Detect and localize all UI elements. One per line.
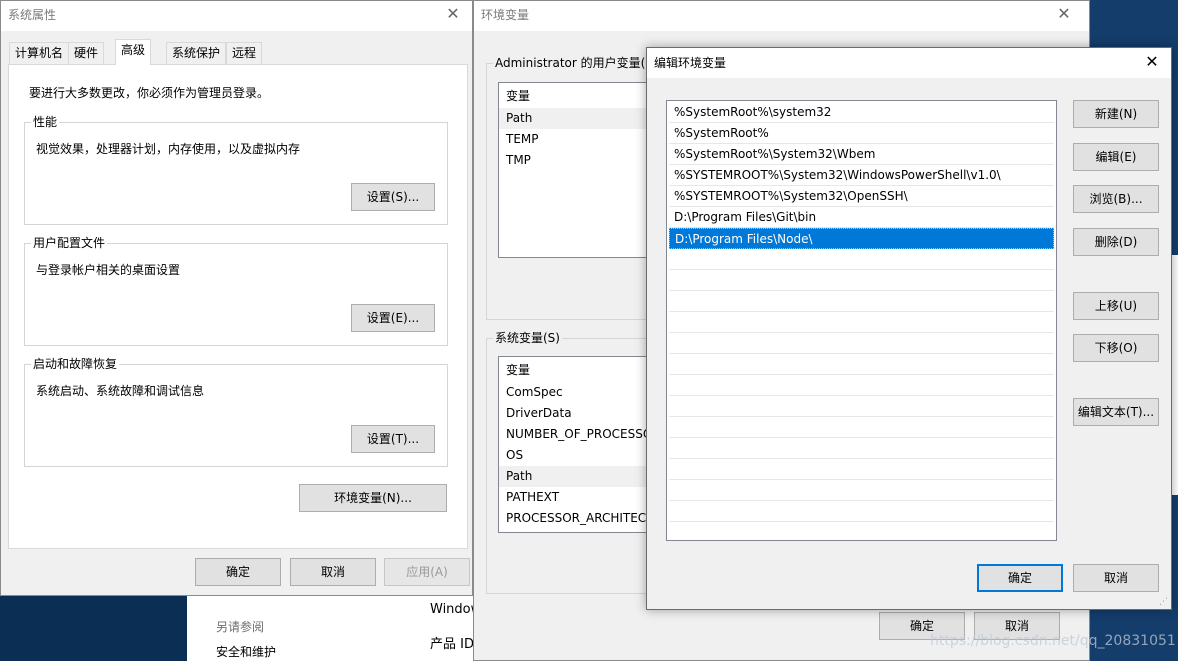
user-vars-list[interactable]: 变量 Path TEMP TMP xyxy=(498,82,658,258)
group-label: 性能 xyxy=(31,115,60,129)
tab-remote[interactable]: 远程 xyxy=(226,42,263,64)
ok-button[interactable]: 确定 xyxy=(977,564,1063,592)
tab-computer-name[interactable]: 计算机名 xyxy=(9,42,70,64)
delete-button[interactable]: 删除(D) xyxy=(1073,228,1159,256)
column-header-variable[interactable]: 变量 xyxy=(499,358,658,382)
edit-button[interactable]: 编辑(E) xyxy=(1073,143,1159,171)
window-title: 编辑环境变量 xyxy=(654,56,727,70)
tab-panel: 要进行大多数更改，你必须作为管理员登录。 性能 视觉效果，处理器计划，内存使用，… xyxy=(8,64,468,549)
empty-path-row[interactable] xyxy=(669,270,1054,291)
empty-path-row[interactable] xyxy=(669,501,1054,522)
empty-path-row[interactable] xyxy=(669,291,1054,312)
list-item[interactable]: Path xyxy=(499,108,658,129)
performance-settings-button[interactable]: 设置(S)... xyxy=(351,183,435,211)
path-entry[interactable]: %SYSTEMROOT%\System32\OpenSSH\ xyxy=(669,186,1054,207)
group-description: 系统启动、系统故障和调试信息 xyxy=(36,384,205,398)
move-up-button[interactable]: 上移(U) xyxy=(1073,292,1159,320)
list-item[interactable]: OS xyxy=(499,445,658,466)
cancel-button[interactable]: 取消 xyxy=(1073,564,1159,592)
list-item[interactable]: TEMP xyxy=(499,129,658,150)
group-description: 视觉效果，处理器计划，内存使用，以及虚拟内存 xyxy=(36,142,301,156)
edit-env-window: 编辑环境变量 ✕ %SystemRoot%\system32 %SystemRoo… xyxy=(646,47,1172,610)
group-label: Administrator 的用户变量(U) xyxy=(493,56,661,70)
performance-group: 性能 视觉效果，处理器计划，内存使用，以及虚拟内存 设置(S)... xyxy=(24,115,448,225)
empty-path-row[interactable] xyxy=(669,438,1054,459)
edit-text-button[interactable]: 编辑文本(T)... xyxy=(1073,398,1159,426)
empty-path-row[interactable] xyxy=(669,249,1054,270)
empty-path-row[interactable] xyxy=(669,333,1054,354)
new-button[interactable]: 新建(N) xyxy=(1073,100,1159,128)
list-item[interactable]: ComSpec xyxy=(499,382,658,403)
startup-recovery-group: 启动和故障恢复 系统启动、系统故障和调试信息 设置(T)... xyxy=(24,357,448,467)
resize-grip-icon[interactable]: ⋰ xyxy=(1159,598,1168,607)
close-icon[interactable]: ✕ xyxy=(1139,51,1165,75)
env-titlebar: 环境变量 xyxy=(474,1,1089,31)
list-item[interactable]: NUMBER_OF_PROCESSORS xyxy=(499,424,658,445)
product-id-label: 产品 ID: xyxy=(430,637,479,652)
path-entry[interactable]: %SystemRoot%\system32 xyxy=(669,102,1054,123)
empty-path-row[interactable] xyxy=(669,480,1054,501)
move-down-button[interactable]: 下移(O) xyxy=(1073,334,1159,362)
empty-path-row[interactable] xyxy=(669,417,1054,438)
window-title: 环境变量 xyxy=(481,8,530,22)
profile-settings-button[interactable]: 设置(E)... xyxy=(351,304,435,332)
close-icon[interactable]: ✕ xyxy=(1051,3,1077,27)
system-properties-window: 系统属性 ✕ 计算机名 硬件 高级 系统保护 远程 要进行大多数更改，你必须作为… xyxy=(0,0,473,596)
admin-notice: 要进行大多数更改，你必须作为管理员登录。 xyxy=(29,86,270,100)
tab-hardware[interactable]: 硬件 xyxy=(68,42,105,64)
empty-path-row[interactable] xyxy=(669,312,1054,333)
security-link[interactable]: 安全和维护 xyxy=(216,643,276,660)
startup-settings-button[interactable]: 设置(T)... xyxy=(351,425,435,453)
close-icon[interactable]: ✕ xyxy=(440,3,466,27)
see-also-label: 另请参阅 xyxy=(216,620,265,634)
watermark: https://blog.csdn.net/qq_20831051 xyxy=(930,633,1176,649)
empty-path-row[interactable] xyxy=(669,459,1054,480)
group-description: 与登录帐户相关的桌面设置 xyxy=(36,263,181,277)
group-label: 用户配置文件 xyxy=(31,236,108,250)
user-profiles-group: 用户配置文件 与登录帐户相关的桌面设置 设置(E)... xyxy=(24,236,448,346)
list-item[interactable]: PROCESSOR_ARCHITECT xyxy=(499,508,658,529)
path-entry[interactable]: %SystemRoot% xyxy=(669,123,1054,144)
browse-button[interactable]: 浏览(B)... xyxy=(1073,185,1159,213)
path-entry[interactable]: %SYSTEMROOT%\System32\WindowsPowerShell\… xyxy=(669,165,1054,186)
window-title: 系统属性 xyxy=(8,8,57,22)
empty-path-row[interactable] xyxy=(669,375,1054,396)
list-item[interactable]: TMP xyxy=(499,150,658,171)
group-label: 启动和故障恢复 xyxy=(31,357,120,371)
empty-path-row[interactable] xyxy=(669,354,1054,375)
system-vars-list[interactable]: 变量 ComSpec DriverData NUMBER_OF_PROCESSO… xyxy=(498,356,658,533)
list-item[interactable]: PATHEXT xyxy=(499,487,658,508)
list-item[interactable]: DriverData xyxy=(499,403,658,424)
path-entries-list[interactable]: %SystemRoot%\system32 %SystemRoot% %System… xyxy=(666,100,1057,541)
edit-env-titlebar: 编辑环境变量 xyxy=(647,48,1171,78)
path-entry[interactable]: D:\Program Files\Node\ xyxy=(669,228,1054,249)
environment-variables-button[interactable]: 环境变量(N)... xyxy=(299,484,447,512)
path-entry[interactable]: %SystemRoot%\System32\Wbem xyxy=(669,144,1054,165)
column-header-variable[interactable]: 变量 xyxy=(499,84,658,108)
ok-button[interactable]: 确定 xyxy=(195,558,281,586)
system-properties-titlebar: 系统属性 xyxy=(1,1,472,31)
path-entry[interactable]: D:\Program Files\Git\bin xyxy=(669,207,1054,228)
cancel-button[interactable]: 取消 xyxy=(290,558,376,586)
empty-path-row[interactable] xyxy=(669,396,1054,417)
group-label: 系统变量(S) xyxy=(493,331,562,345)
tab-advanced[interactable]: 高级 xyxy=(115,39,152,65)
tab-system-protection[interactable]: 系统保护 xyxy=(166,42,227,64)
empty-path-row[interactable] xyxy=(669,522,1054,540)
apply-button: 应用(A) xyxy=(384,558,470,586)
list-item[interactable]: Path xyxy=(499,466,658,487)
